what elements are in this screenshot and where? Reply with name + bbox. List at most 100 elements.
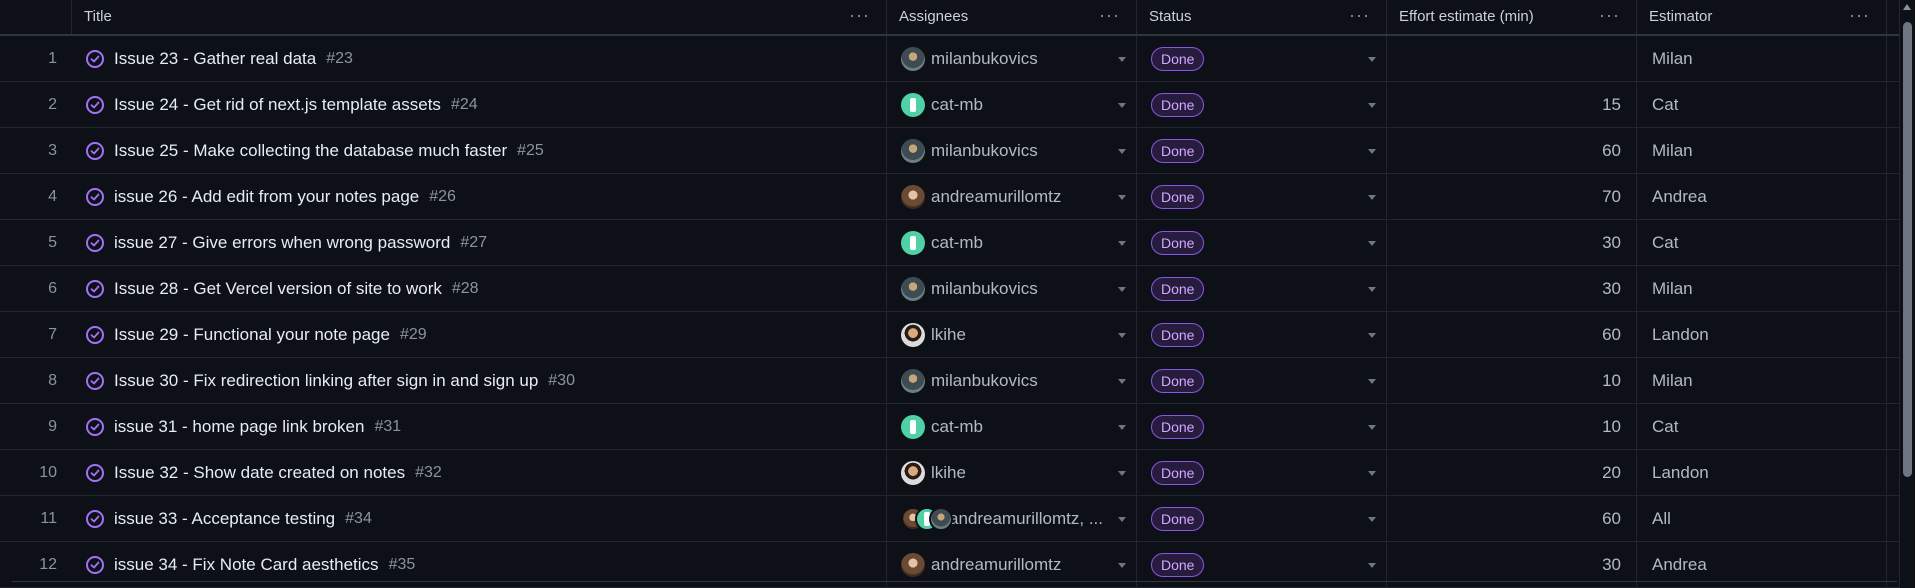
issue-number[interactable]: #26 — [429, 188, 456, 206]
column-menu-icon[interactable]: ··· — [849, 0, 870, 30]
issue-title-link[interactable]: Issue 28 - Get Vercel version of site to… — [114, 279, 442, 299]
estimator-cell[interactable]: Landon — [1637, 312, 1887, 357]
effort-cell[interactable]: 30 — [1387, 266, 1637, 311]
caret-down-icon[interactable] — [1118, 424, 1126, 430]
caret-down-icon[interactable] — [1368, 148, 1376, 154]
issue-title-link[interactable]: Issue 29 - Functional your note page — [114, 325, 390, 345]
table-row[interactable]: 9 issue 31 - home page link broken #31 c… — [0, 404, 1900, 450]
issue-number[interactable]: #30 — [548, 372, 575, 390]
status-cell[interactable]: Done — [1137, 312, 1387, 357]
caret-down-icon[interactable] — [1118, 148, 1126, 154]
estimator-cell[interactable]: Cat — [1637, 82, 1887, 127]
status-cell[interactable]: Done — [1137, 496, 1387, 541]
column-menu-icon[interactable]: ··· — [1099, 0, 1120, 30]
issue-title-link[interactable]: Issue 24 - Get rid of next.js template a… — [114, 95, 441, 115]
table-row[interactable]: 1 Issue 23 - Gather real data #23 milanb… — [0, 36, 1900, 82]
title-cell[interactable]: Issue 24 - Get rid of next.js template a… — [72, 82, 887, 127]
status-cell[interactable]: Done — [1137, 82, 1387, 127]
assignees-cell[interactable]: andreamurillomtz — [887, 174, 1137, 219]
column-header-effort[interactable]: Effort estimate (min) ··· — [1387, 0, 1637, 34]
caret-down-icon[interactable] — [1368, 286, 1376, 292]
caret-down-icon[interactable] — [1368, 424, 1376, 430]
issue-number[interactable]: #23 — [326, 50, 353, 68]
title-cell[interactable]: Issue 23 - Gather real data #23 — [72, 36, 887, 81]
caret-down-icon[interactable] — [1118, 102, 1126, 108]
status-cell[interactable]: Done — [1137, 36, 1387, 81]
issue-title-link[interactable]: issue 27 - Give errors when wrong passwo… — [114, 233, 450, 253]
title-cell[interactable]: Issue 30 - Fix redirection linking after… — [72, 358, 887, 403]
effort-cell[interactable] — [1387, 36, 1637, 81]
title-cell[interactable]: Issue 32 - Show date created on notes #3… — [72, 450, 887, 495]
scroll-up-arrow-icon[interactable] — [1903, 4, 1911, 10]
effort-cell[interactable]: 60 — [1387, 496, 1637, 541]
issue-number[interactable]: #27 — [460, 234, 487, 252]
caret-down-icon[interactable] — [1368, 56, 1376, 62]
caret-down-icon[interactable] — [1118, 286, 1126, 292]
issue-number[interactable]: #28 — [452, 280, 479, 298]
issue-title-link[interactable]: Issue 30 - Fix redirection linking after… — [114, 371, 538, 391]
assignees-cell[interactable]: lkihe — [887, 312, 1137, 357]
column-header-assignees[interactable]: Assignees ··· — [887, 0, 1137, 34]
caret-down-icon[interactable] — [1368, 332, 1376, 338]
table-row[interactable]: 8 Issue 30 - Fix redirection linking aft… — [0, 358, 1900, 404]
assignees-cell[interactable]: cat-mb — [887, 82, 1137, 127]
issue-number[interactable]: #32 — [415, 464, 442, 482]
issue-title-link[interactable]: Issue 25 - Make collecting the database … — [114, 141, 507, 161]
table-row[interactable]: 7 Issue 29 - Functional your note page #… — [0, 312, 1900, 358]
title-cell[interactable]: Issue 25 - Make collecting the database … — [72, 128, 887, 173]
status-cell[interactable]: Done — [1137, 404, 1387, 449]
effort-cell[interactable]: 30 — [1387, 220, 1637, 265]
caret-down-icon[interactable] — [1118, 240, 1126, 246]
estimator-cell[interactable]: Andrea — [1637, 174, 1887, 219]
title-cell[interactable]: issue 31 - home page link broken #31 — [72, 404, 887, 449]
issue-title-link[interactable]: issue 26 - Add edit from your notes page — [114, 187, 419, 207]
issue-number[interactable]: #24 — [451, 96, 478, 114]
estimator-cell[interactable]: Cat — [1637, 220, 1887, 265]
estimator-cell[interactable]: Landon — [1637, 450, 1887, 495]
scrollbar-thumb[interactable] — [1903, 22, 1912, 477]
column-menu-icon[interactable]: ··· — [1349, 0, 1370, 30]
issue-number[interactable]: #34 — [345, 510, 372, 528]
issue-number[interactable]: #35 — [389, 556, 416, 574]
caret-down-icon[interactable] — [1368, 194, 1376, 200]
issue-title-link[interactable]: issue 31 - home page link broken — [114, 417, 364, 437]
effort-cell[interactable]: 60 — [1387, 128, 1637, 173]
caret-down-icon[interactable] — [1368, 562, 1376, 568]
table-row[interactable]: 5 issue 27 - Give errors when wrong pass… — [0, 220, 1900, 266]
effort-cell[interactable]: 15 — [1387, 82, 1637, 127]
assignees-cell[interactable]: milanbukovics — [887, 266, 1137, 311]
title-cell[interactable]: issue 33 - Acceptance testing #34 — [72, 496, 887, 541]
effort-cell[interactable]: 70 — [1387, 174, 1637, 219]
table-row[interactable]: 10 Issue 32 - Show date created on notes… — [0, 450, 1900, 496]
estimator-cell[interactable]: Milan — [1637, 358, 1887, 403]
caret-down-icon[interactable] — [1368, 378, 1376, 384]
status-cell[interactable]: Done — [1137, 128, 1387, 173]
effort-cell[interactable]: 10 — [1387, 358, 1637, 403]
caret-down-icon[interactable] — [1118, 332, 1126, 338]
caret-down-icon[interactable] — [1368, 240, 1376, 246]
effort-cell[interactable]: 60 — [1387, 312, 1637, 357]
caret-down-icon[interactable] — [1118, 378, 1126, 384]
title-cell[interactable]: Issue 28 - Get Vercel version of site to… — [72, 266, 887, 311]
issue-title-link[interactable]: Issue 32 - Show date created on notes — [114, 463, 405, 483]
table-row[interactable]: 2 Issue 24 - Get rid of next.js template… — [0, 82, 1900, 128]
issue-number[interactable]: #31 — [374, 418, 401, 436]
issue-number[interactable]: #25 — [517, 142, 544, 160]
caret-down-icon[interactable] — [1368, 102, 1376, 108]
effort-cell[interactable]: 10 — [1387, 404, 1637, 449]
title-cell[interactable]: issue 26 - Add edit from your notes page… — [72, 174, 887, 219]
assignees-cell[interactable]: cat-mb — [887, 220, 1137, 265]
status-cell[interactable]: Done — [1137, 450, 1387, 495]
assignees-cell[interactable]: milanbukovics — [887, 36, 1137, 81]
estimator-cell[interactable]: Milan — [1637, 266, 1887, 311]
estimator-cell[interactable]: All — [1637, 496, 1887, 541]
assignees-cell[interactable]: lkihe — [887, 450, 1137, 495]
issue-title-link[interactable]: Issue 23 - Gather real data — [114, 49, 316, 69]
assignees-cell[interactable]: milanbukovics — [887, 358, 1137, 403]
column-header-estimator[interactable]: Estimator ··· — [1637, 0, 1887, 34]
status-cell[interactable]: Done — [1137, 174, 1387, 219]
estimator-cell[interactable]: Cat — [1637, 404, 1887, 449]
status-cell[interactable]: Done — [1137, 266, 1387, 311]
status-cell[interactable]: Done — [1137, 358, 1387, 403]
issue-title-link[interactable]: issue 33 - Acceptance testing — [114, 509, 335, 529]
